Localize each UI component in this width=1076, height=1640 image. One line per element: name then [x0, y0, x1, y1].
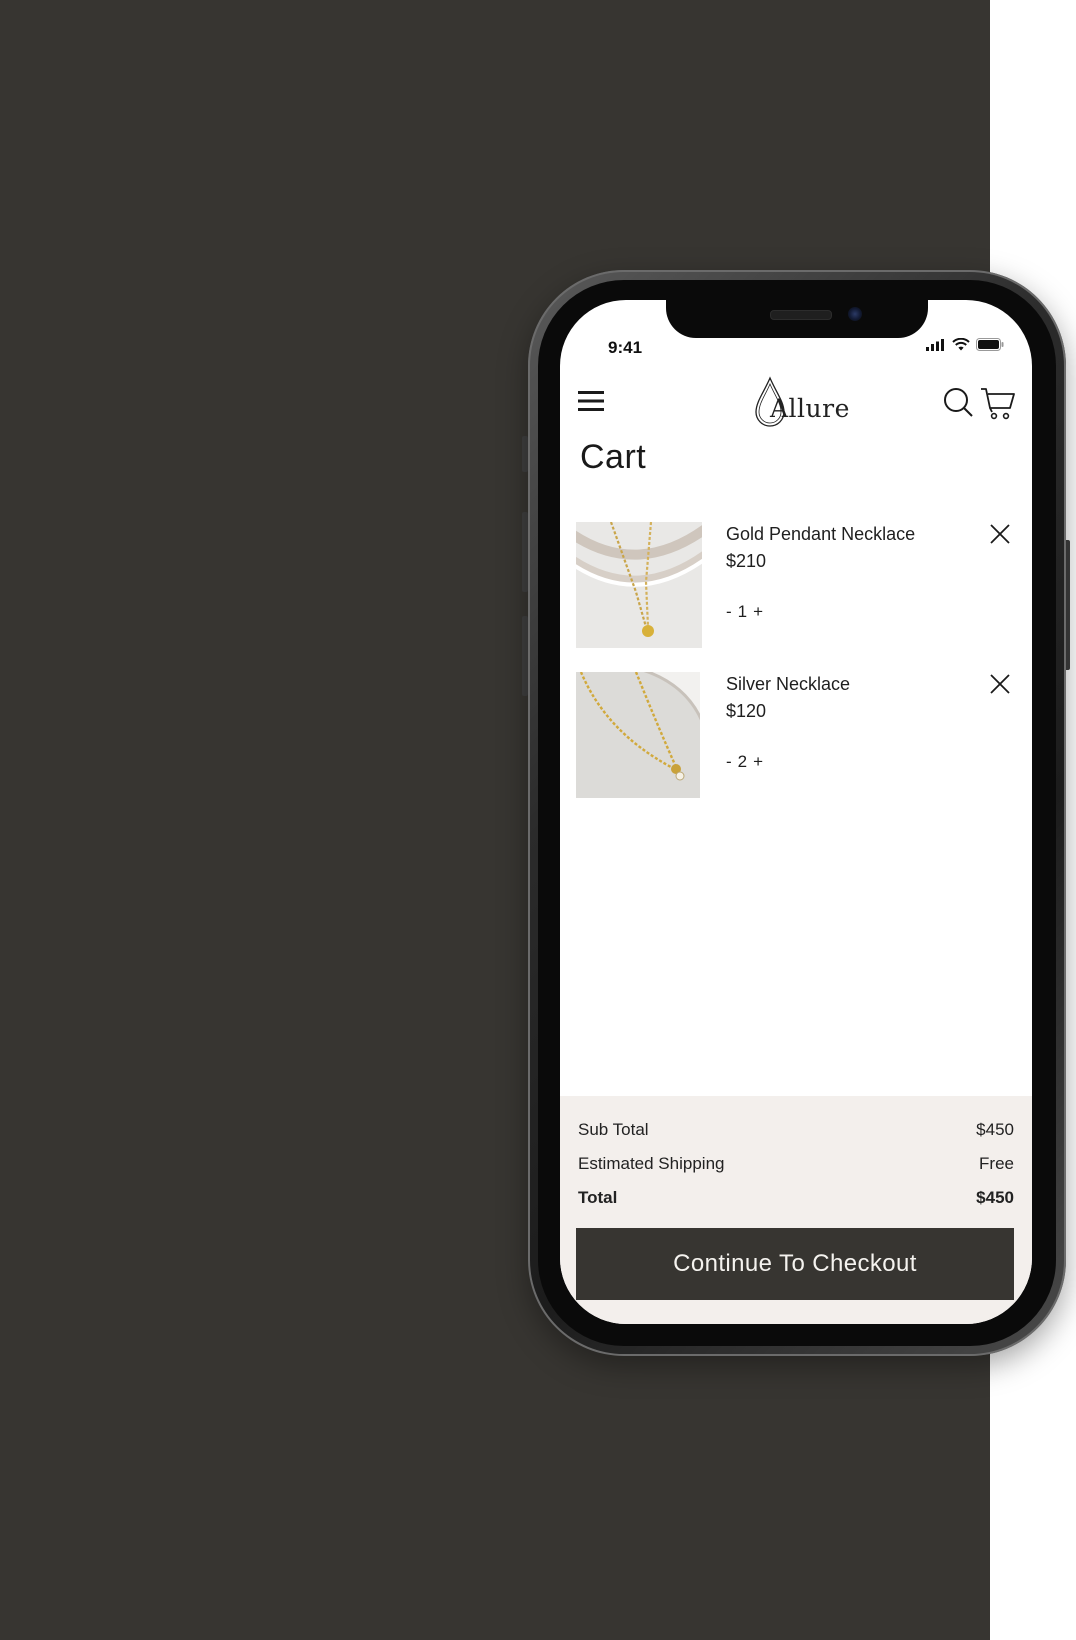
- quantity-value: 2: [737, 752, 748, 771]
- product-image-silver-necklace[interactable]: [576, 672, 700, 798]
- brand-logo[interactable]: Allure: [752, 376, 849, 432]
- search-icon[interactable]: [942, 386, 974, 418]
- app-header: Allure: [560, 370, 1032, 434]
- phone-screen: 9:41 Allure Cart Gold Pendant Necklace $…: [560, 300, 1032, 1324]
- status-time: 9:41: [608, 338, 643, 357]
- item-price: $120: [726, 701, 767, 721]
- page-title: Cart: [580, 438, 647, 476]
- close-icon[interactable]: [988, 672, 1012, 696]
- subtotal-label: Sub Total: [578, 1120, 649, 1139]
- shipping-label: Estimated Shipping: [578, 1154, 725, 1173]
- quantity-stepper: - 1 +: [726, 602, 763, 622]
- order-summary: Sub Total $450 Estimated Shipping Free T…: [560, 1096, 1032, 1324]
- subtotal-row: Sub Total $450: [578, 1120, 1014, 1140]
- speaker-grille: [770, 310, 832, 320]
- hamburger-menu-icon[interactable]: [578, 390, 604, 412]
- shopping-cart-icon[interactable]: [980, 386, 1016, 420]
- cart-item: Gold Pendant Necklace $210 - 1 +: [576, 522, 1016, 648]
- total-label: Total: [578, 1188, 618, 1207]
- total-value: $450: [976, 1188, 1014, 1207]
- item-price: $210: [726, 551, 767, 571]
- shipping-row: Estimated Shipping Free: [578, 1154, 1014, 1174]
- total-row: Total $450: [578, 1188, 1014, 1208]
- front-camera: [848, 307, 862, 321]
- brand-logo-text: Allure: [770, 394, 850, 423]
- wifi-icon: [952, 338, 970, 351]
- item-name[interactable]: Silver Necklace: [726, 674, 850, 695]
- silver-necklace-image: [576, 672, 700, 798]
- close-icon[interactable]: [988, 522, 1012, 546]
- checkout-button[interactable]: Continue To Checkout: [576, 1228, 1014, 1300]
- cellular-signal-icon: [926, 338, 944, 351]
- shipping-value: Free: [979, 1154, 1014, 1173]
- increase-quantity-button[interactable]: +: [753, 602, 763, 622]
- gold-pendant-necklace-image: [576, 522, 702, 648]
- item-name[interactable]: Gold Pendant Necklace: [726, 524, 915, 545]
- battery-icon: [976, 338, 1004, 351]
- increase-quantity-button[interactable]: +: [753, 752, 763, 772]
- decrease-quantity-button[interactable]: -: [726, 602, 732, 622]
- subtotal-value: $450: [976, 1120, 1014, 1139]
- product-image-gold-pendant[interactable]: [576, 522, 702, 648]
- decrease-quantity-button[interactable]: -: [726, 752, 732, 772]
- status-icons: [926, 338, 1004, 351]
- cart-item: Silver Necklace $120 - 2 +: [576, 672, 1016, 798]
- quantity-value: 1: [737, 602, 748, 621]
- phone-notch: [666, 300, 928, 338]
- quantity-stepper: - 2 +: [726, 752, 763, 772]
